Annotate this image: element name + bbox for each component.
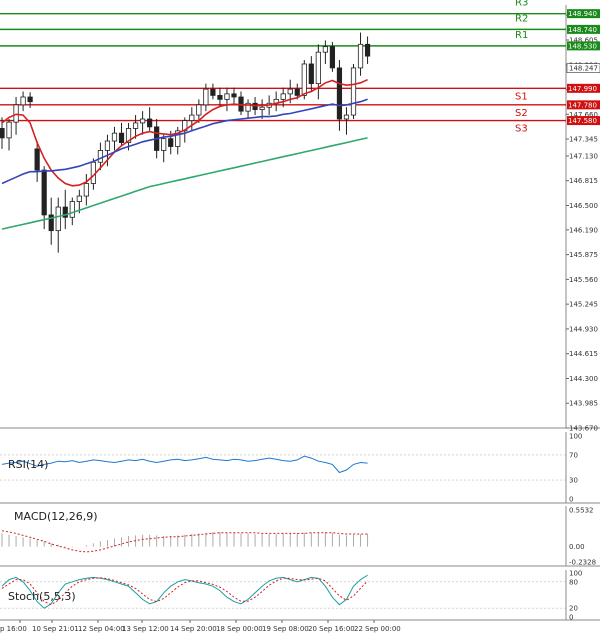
- candle-body: [329, 46, 336, 69]
- stoch-title: Stoch(5,5,3): [8, 590, 76, 603]
- candle-body: [315, 51, 321, 85]
- stoch-panel: 10080 200 Stoch(5,5,3): [0, 570, 582, 622]
- candle-body: [20, 96, 26, 106]
- macd-title: MACD(12,26,9): [14, 510, 98, 523]
- current-price-label: 148.247: [569, 65, 598, 73]
- stoch-tick-label: 0: [569, 614, 573, 622]
- candle-body: [336, 67, 343, 120]
- candle-body: [252, 102, 258, 110]
- price-tick-label: 144.300: [569, 375, 598, 383]
- candle-body: [111, 132, 118, 142]
- level-price-label: 147.780: [568, 101, 597, 109]
- rsi-tick-label: 70: [569, 451, 578, 459]
- time-tick-label: 12 Sep 04:00: [78, 625, 125, 633]
- price-tick-label: 146.500: [569, 202, 598, 210]
- candle-body: [118, 132, 125, 143]
- candle-body: [104, 140, 111, 151]
- price-tick-label: 144.930: [569, 325, 598, 333]
- candle-body: [203, 88, 209, 106]
- rsi-panel: 100 70 30 0 RSI(14): [0, 433, 582, 504]
- candle-body: [301, 63, 307, 96]
- price-tick-label: 145.875: [569, 251, 598, 259]
- candle-body: [6, 121, 12, 139]
- level-name-s1: S1: [515, 91, 528, 102]
- candle-body: [139, 118, 146, 124]
- candle-body: [147, 118, 153, 128]
- macd-tick-label: 0.00: [569, 543, 585, 551]
- candle-body: [76, 195, 82, 202]
- candle-body: [168, 138, 174, 147]
- candle-body: [189, 114, 195, 121]
- price-tick-label: 143.985: [569, 400, 598, 408]
- candle-body: [0, 128, 5, 139]
- candle-body: [196, 104, 202, 116]
- time-tick-label: p 16:00: [0, 625, 27, 633]
- stoch-tick-label: 100: [569, 570, 582, 578]
- time-axis: p 16:00 10 Sep 21:01 12 Sep 04:0013 Sep 12…: [0, 620, 401, 633]
- candle-body: [83, 183, 89, 197]
- price-tick-label: 145.560: [569, 276, 598, 284]
- candle-body: [132, 122, 139, 129]
- level-name-r2: R2: [515, 13, 528, 24]
- candle-body: [161, 138, 167, 151]
- chart-root: 148.920148.605148.290147.975147.660147.3…: [0, 0, 600, 637]
- candle-body: [97, 150, 104, 163]
- price-tick-label: 145.245: [569, 301, 598, 309]
- price-panel: 148.920148.605148.290147.975147.660147.3…: [0, 0, 600, 621]
- level-price-label: 148.740: [568, 26, 597, 34]
- time-tick-label: 22 Sep 00:00: [354, 625, 401, 633]
- candle-body: [308, 63, 314, 85]
- time-tick-label: 20 Sep 16:00: [308, 625, 355, 633]
- candle-body: [34, 148, 40, 171]
- price-tick-label: 143.670: [569, 425, 598, 433]
- rsi-tick-label: 0: [569, 496, 573, 504]
- time-tick-label: 10 Sep 21:01: [32, 625, 79, 633]
- stoch-tick-label: 80: [569, 578, 578, 586]
- candle-body: [69, 201, 75, 218]
- rsi-line: [1, 455, 368, 474]
- level-price-label: 147.990: [568, 85, 597, 93]
- candle-body: [287, 88, 293, 95]
- candle-body: [294, 88, 300, 96]
- rsi-tick-label: 30: [569, 477, 578, 485]
- price-tick-label: 147.130: [569, 152, 598, 160]
- candle-body: [55, 206, 61, 232]
- time-tick-label: 13 Sep 12:00: [122, 625, 169, 633]
- macd-tick-label: 0.5532: [569, 507, 594, 515]
- candle-body: [41, 169, 47, 216]
- price-tick-label: 144.615: [569, 350, 598, 358]
- level-name-r3: R3: [515, 0, 528, 9]
- candle-body: [210, 88, 216, 96]
- time-tick-label: 14 Sep 20:00: [170, 625, 217, 633]
- level-name-s3: S3: [515, 124, 528, 135]
- candle-body: [27, 96, 33, 103]
- candle-body: [280, 93, 286, 100]
- level-name-r1: R1: [515, 30, 528, 41]
- candle-body: [217, 95, 223, 100]
- stoch-tick-label: 20: [569, 605, 578, 613]
- macd-panel: 0.5532 0.00 -0.2328 MACD(12,26,9): [1, 507, 596, 567]
- macd-tick-label: -0.2328: [569, 559, 596, 567]
- level-name-s2: S2: [515, 108, 528, 119]
- level-price-label: 148.940: [568, 10, 597, 18]
- price-tick-label: 146.190: [569, 226, 598, 234]
- candle-body: [322, 46, 328, 53]
- level-price-label: 148.530: [568, 42, 597, 50]
- forex-chart: 148.920148.605148.290147.975147.660147.3…: [0, 0, 600, 633]
- candle-body: [231, 93, 237, 98]
- candle-body: [259, 106, 265, 110]
- candle-body: [357, 43, 364, 69]
- time-tick-label: 18 Sep 00:00: [216, 625, 263, 633]
- rsi-tick-label: 100: [569, 433, 582, 441]
- candle-body: [224, 93, 230, 100]
- candle-body: [350, 67, 357, 116]
- rsi-title: RSI(14): [8, 458, 48, 471]
- level-price-label: 147.580: [568, 117, 597, 125]
- price-tick-label: 147.345: [569, 136, 598, 144]
- price-tick-label: 146.815: [569, 177, 598, 185]
- candle-body: [364, 43, 371, 57]
- time-tick-label: 19 Sep 08:00: [262, 625, 309, 633]
- candle-body: [343, 114, 350, 120]
